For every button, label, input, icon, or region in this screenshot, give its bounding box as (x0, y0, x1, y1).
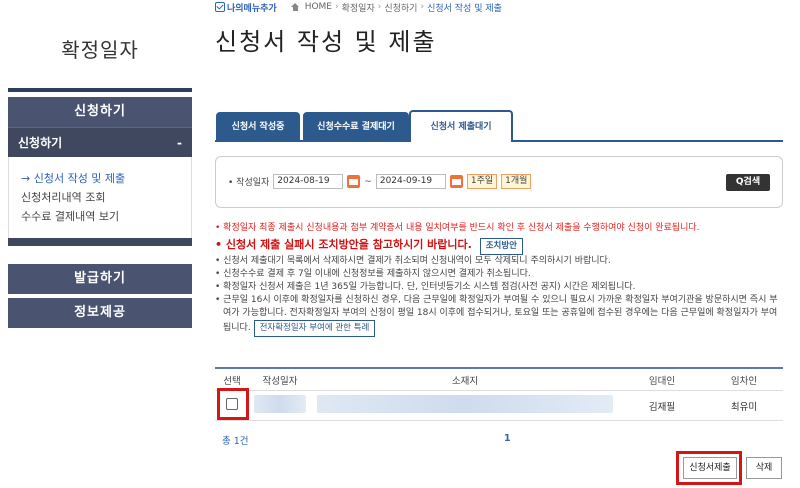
col-date: 작성일자 (262, 375, 298, 387)
col-address: 소재지 (451, 375, 479, 387)
notice-list: 확정일자 최종 제출시 신청내용과 첨부 계약증서 내용 일치여부를 반드시 확… (215, 222, 785, 337)
checkmark-icon (215, 2, 225, 12)
notice-submit-fail: 신청서 제출 실패시 조치방안을 참고하시기 바랍니다. 조치방안 (215, 235, 785, 255)
redacted-address (317, 395, 613, 413)
tab-bar: 신청서 작성중 신청수수료 결제대기 신청서 제출대기 (215, 110, 783, 142)
calendar-icon[interactable] (347, 175, 361, 188)
sidebar-sub-apply-label: 신청하기 (18, 136, 63, 150)
sidebar-item-write-submit[interactable]: → 신청서 작성 및 제출 (21, 169, 191, 188)
breadcrumb-confirm-date[interactable]: 확정일자 (342, 1, 375, 14)
notice-payment-cancel: 신청수수료 결제 후 7일 이내에 신청정보를 제출하지 않으시면 결제가 취소… (215, 268, 785, 281)
search-button[interactable]: Q검색 (726, 174, 770, 191)
add-my-menu-link[interactable]: 나의메뉴추가 (215, 1, 277, 14)
col-tenant: 임차인 (730, 375, 758, 387)
sidebar-section-bottom (8, 238, 192, 246)
sidebar-section-info: 정보제공 (8, 298, 192, 328)
tab-fee-pending[interactable]: 신청수수료 결제대기 (303, 112, 409, 142)
sidebar-section-apply-header[interactable]: 신청하기 (8, 97, 192, 127)
sidebar-section-apply: 신청하기 신청하기 - → 신청서 작성 및 제출 신청처리내역 조회 수수료 … (8, 97, 192, 246)
sidebar-title: 확정일자 (61, 38, 139, 62)
tenant-cell: 최유미 (730, 401, 758, 413)
landlord-cell: 김재필 (648, 401, 676, 413)
date-label: 작성일자 (228, 175, 269, 188)
one-week-button[interactable]: 1주일 (466, 174, 498, 189)
col-select: 선택 (223, 375, 241, 387)
notice-final-submit: 확정일자 최종 제출시 신청내용과 첨부 계약증서 내용 일치여부를 반드시 확… (215, 222, 785, 235)
tab-submit-pending[interactable]: 신청서 제출대기 (409, 110, 513, 142)
table-row[interactable]: 김재필 최유미 (215, 391, 783, 421)
home-icon (290, 3, 300, 11)
submit-highlight (676, 451, 742, 485)
collapse-icon[interactable]: - (177, 128, 182, 157)
notice-after-16: 근무일 16시 이후에 확정일자를 신청하신 경우, 다음 근무일에 확정일자가… (215, 294, 785, 337)
notice-delete-warning: 신청서 제출대기 목록에서 삭제하시면 결제가 취소되며 신청내역이 모두 삭제… (215, 255, 785, 268)
redacted-date (254, 395, 306, 413)
action-plan-button[interactable]: 조치방안 (479, 238, 523, 255)
table-header: 선택 작성일자 소재지 임대인 임차인 (215, 369, 783, 391)
sidebar-divider (8, 88, 192, 92)
tab-writing[interactable]: 신청서 작성중 (216, 112, 300, 142)
date-range-tilde: ~ (364, 176, 372, 187)
date-from-input[interactable]: 2024-08-19 (273, 174, 344, 189)
one-month-button[interactable]: 1개월 (501, 174, 532, 189)
sidebar-section-info-header[interactable]: 정보제공 (8, 298, 192, 328)
sidebar-sub-apply[interactable]: 신청하기 - (8, 127, 192, 157)
col-landlord: 임대인 (648, 375, 676, 387)
breadcrumb: HOME › 확정일자 › 신청하기 › 신청서 작성 및 제출 (290, 1, 502, 14)
breadcrumb-home[interactable]: HOME (305, 2, 332, 12)
sidebar-section-issue-header[interactable]: 발급하기 (8, 264, 192, 294)
search-panel: 작성일자 2024-08-19 ~ 2024-09-19 1주일 1개월 Q검색 (215, 156, 783, 208)
add-my-menu-label: 나의메뉴추가 (227, 3, 277, 14)
page-number[interactable]: 1 (504, 433, 511, 444)
sidebar-section-issue: 발급하기 (8, 264, 192, 294)
delete-button[interactable]: 삭제 (746, 457, 782, 479)
breadcrumb-apply[interactable]: 신청하기 (384, 1, 417, 14)
special-case-button[interactable]: 전자확정일자 부여에 관한 특례 (253, 320, 376, 337)
sidebar-item-fee-history[interactable]: 수수료 결제내역 보기 (21, 207, 191, 226)
page-title: 신청서 작성 및 제출 (215, 28, 437, 56)
total-count: 총 1건 (222, 436, 249, 447)
checkbox-highlight (217, 388, 249, 420)
calendar-icon[interactable] (449, 175, 463, 188)
breadcrumb-current: 신청서 작성 및 제출 (427, 3, 502, 14)
notice-365: 확정일자 신청서 제출은 1년 365일 가능합니다. 단, 인터넷등기소 시스… (215, 281, 785, 294)
top-bar: 나의메뉴추가 HOME › 확정일자 › 신청하기 › 신청서 작성 및 제출 (215, 0, 502, 14)
sidebar-list: → 신청서 작성 및 제출 신청처리내역 조회 수수료 결제내역 보기 (8, 157, 192, 238)
date-to-input[interactable]: 2024-09-19 (375, 174, 446, 189)
application-table: 선택 작성일자 소재지 임대인 임차인 김재필 최유미 (215, 367, 783, 421)
sidebar-item-history[interactable]: 신청처리내역 조회 (21, 188, 191, 207)
